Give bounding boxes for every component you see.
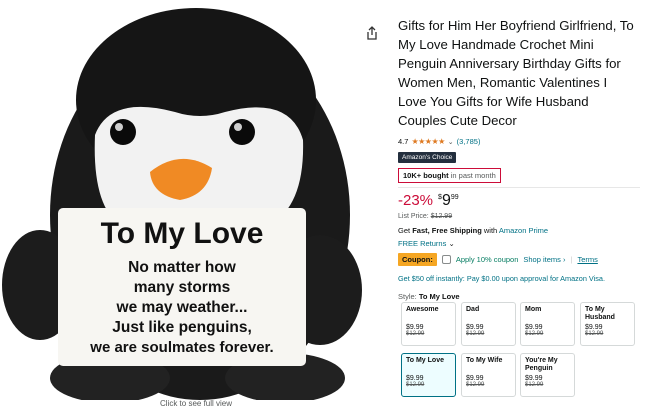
style-option-price: $9.99 <box>525 324 543 331</box>
product-title: Gifts for Him Her Boyfriend Girlfriend, … <box>398 18 634 128</box>
style-option-name: You're My Penguin <box>525 357 558 372</box>
click-to-see-full-view[interactable]: Click to see full view <box>160 399 232 408</box>
share-icon[interactable] <box>366 26 378 40</box>
shipping-info: Get Fast, Free Shipping with Amazon Prim… <box>398 226 638 235</box>
style-option-list-price: $12.99 <box>525 382 544 388</box>
card-line: Just like penguins, <box>112 319 252 336</box>
divider <box>398 187 640 188</box>
card-line: No matter how <box>128 259 237 276</box>
coupon-checkbox[interactable] <box>441 255 451 264</box>
style-label-key: Style: <box>398 292 417 301</box>
price-fraction: 99 <box>450 194 459 201</box>
list-price-value: $12.99 <box>430 213 453 220</box>
style-option-name: Mom <box>525 306 542 313</box>
bought-bold: 10K+ bought <box>403 171 449 180</box>
list-price-label: List Price: <box>398 213 429 220</box>
style-option-dad[interactable]: Dad $9.99 $12.99 <box>461 302 516 346</box>
star-rating-icon[interactable]: ★★★★★ <box>411 137 445 146</box>
discount-percent: -23% <box>398 192 434 209</box>
style-option-name: Dad <box>466 306 480 313</box>
shipping-bold: Fast, Free Shipping <box>412 226 482 235</box>
product-info: Gifts for Him Her Boyfriend Girlfriend, … <box>398 16 640 301</box>
style-option-price: $9.99 <box>406 375 424 382</box>
style-option-youre-my-penguin[interactable]: You're My Penguin $9.99 $12.99 <box>520 353 575 397</box>
style-option-name: To My Husband <box>585 306 615 321</box>
separator: | <box>570 255 573 264</box>
card-title: To My Love <box>101 217 264 250</box>
chevron-down-icon[interactable]: ⌄ <box>448 239 454 248</box>
style-option-list-price: $12.99 <box>406 382 425 388</box>
chevron-down-icon[interactable]: ⌄ <box>448 138 454 146</box>
style-option-price: $9.99 <box>406 324 424 331</box>
shipping-pre: Get <box>398 226 413 235</box>
style-option-to-my-love[interactable]: To My Love $9.99 $12.99 <box>401 353 456 397</box>
price-whole: 9 <box>441 192 451 209</box>
rating-row: 4.7 ★★★★★ ⌄ (3,785) <box>398 137 638 146</box>
price: $9 99 <box>438 192 459 210</box>
amazon-prime-link[interactable]: Amazon Prime <box>499 226 548 235</box>
returns-label[interactable]: FREE Returns <box>398 239 446 248</box>
ratings-count-link[interactable]: (3,785) <box>457 137 481 146</box>
bought-count: 10K+ bought in past month <box>398 168 501 183</box>
style-option-awesome[interactable]: Awesome $9.99 $12.99 <box>401 302 456 346</box>
style-option-list-price: $12.99 <box>466 331 485 337</box>
style-option-to-my-wife[interactable]: To My Wife $9.99 $12.99 <box>461 353 516 397</box>
coupon-label: Coupon: <box>398 253 437 266</box>
style-label: Style: To My Love <box>398 292 638 301</box>
bought-rest: in past month <box>448 171 496 180</box>
style-option-price: $9.99 <box>466 324 484 331</box>
coupon-text[interactable]: Apply 10% coupon <box>456 255 519 264</box>
style-option-name: To My Love <box>406 357 444 364</box>
product-image[interactable]: To My Love No matter how many storms we … <box>0 0 362 415</box>
free-returns-link[interactable]: FREE Returns ⌄ <box>398 239 638 248</box>
style-option-mom[interactable]: Mom $9.99 $12.99 <box>520 302 575 346</box>
list-price: List Price: $12.99 <box>398 213 638 220</box>
card-line: we are soulmates forever. <box>89 339 273 356</box>
rating-value: 4.7 <box>398 137 409 146</box>
card-line: we may weather... <box>116 299 248 316</box>
style-option-name: Awesome <box>406 306 439 313</box>
amazons-choice-badge: Amazon's Choice <box>398 152 457 163</box>
card-line: many storms <box>134 279 230 296</box>
visa-offer-link[interactable]: Get $50 off instantly: Pay $0.00 upon ap… <box>398 274 638 283</box>
style-option-price: $9.99 <box>466 375 484 382</box>
penguin-image[interactable]: To My Love No matter how many storms we … <box>0 0 362 400</box>
style-option-list-price: $12.99 <box>466 382 485 388</box>
style-option-list-price: $12.99 <box>525 331 544 337</box>
coupon-row: Coupon: Apply 10% coupon Shop items › | … <box>398 253 638 266</box>
style-option-price: $9.99 <box>525 375 543 382</box>
style-option-to-my-husband[interactable]: To My Husband $9.99 $12.99 <box>580 302 635 346</box>
style-selected-value: To My Love <box>418 292 460 301</box>
terms-link[interactable]: Terms <box>577 255 597 264</box>
style-option-name: To My Wife <box>466 357 503 364</box>
shipping-mid: with <box>481 226 499 235</box>
style-option-list-price: $12.99 <box>406 331 425 337</box>
style-option-list-price: $12.99 <box>585 331 604 337</box>
shop-items-link[interactable]: Shop items › <box>523 255 565 264</box>
style-option-price: $9.99 <box>585 324 603 331</box>
price-row: -23% $9 99 <box>398 192 638 210</box>
